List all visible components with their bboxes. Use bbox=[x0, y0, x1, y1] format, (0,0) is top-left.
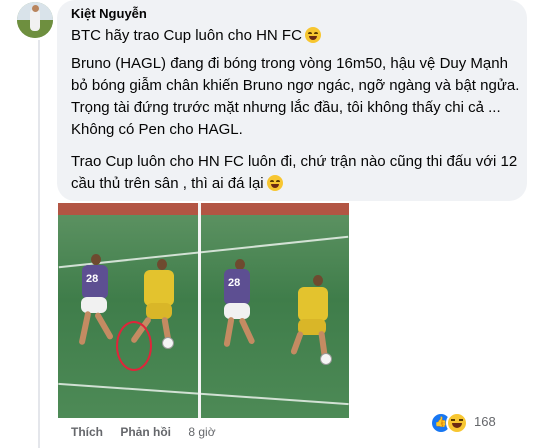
comment-image[interactable]: 28 28 bbox=[58, 203, 349, 418]
thread-line bbox=[38, 40, 40, 448]
like-button[interactable]: Thích bbox=[71, 425, 103, 439]
comment-author[interactable]: Kiệt Nguyễn bbox=[71, 6, 147, 21]
reply-button[interactable]: Phản hồi bbox=[120, 425, 171, 439]
haha-icon bbox=[446, 412, 468, 434]
reaction-count: 168 bbox=[474, 414, 496, 429]
comment-paragraph-2: Bruno (HAGL) đang đi bóng trong vòng 16m… bbox=[71, 55, 520, 138]
grin-emoji-icon bbox=[304, 27, 321, 43]
comment-paragraph-3: Trao Cup luôn cho HN FC luôn đi, chứ trậ… bbox=[71, 153, 518, 192]
player-number: 28 bbox=[86, 273, 99, 285]
highlight-circle bbox=[116, 321, 152, 371]
image-divider bbox=[198, 203, 201, 418]
reactions-summary[interactable]: 👍 168 bbox=[430, 410, 500, 434]
comment-paragraph-1: BTC hãy trao Cup luôn cho HN FC bbox=[71, 25, 521, 47]
avatar[interactable] bbox=[17, 2, 53, 38]
comment-timestamp[interactable]: 8 giờ bbox=[188, 425, 215, 439]
comment-actions: Thích Phản hồi 8 giờ bbox=[71, 425, 230, 439]
player-number: 28 bbox=[228, 277, 241, 289]
laugh-emoji-icon bbox=[266, 175, 283, 191]
